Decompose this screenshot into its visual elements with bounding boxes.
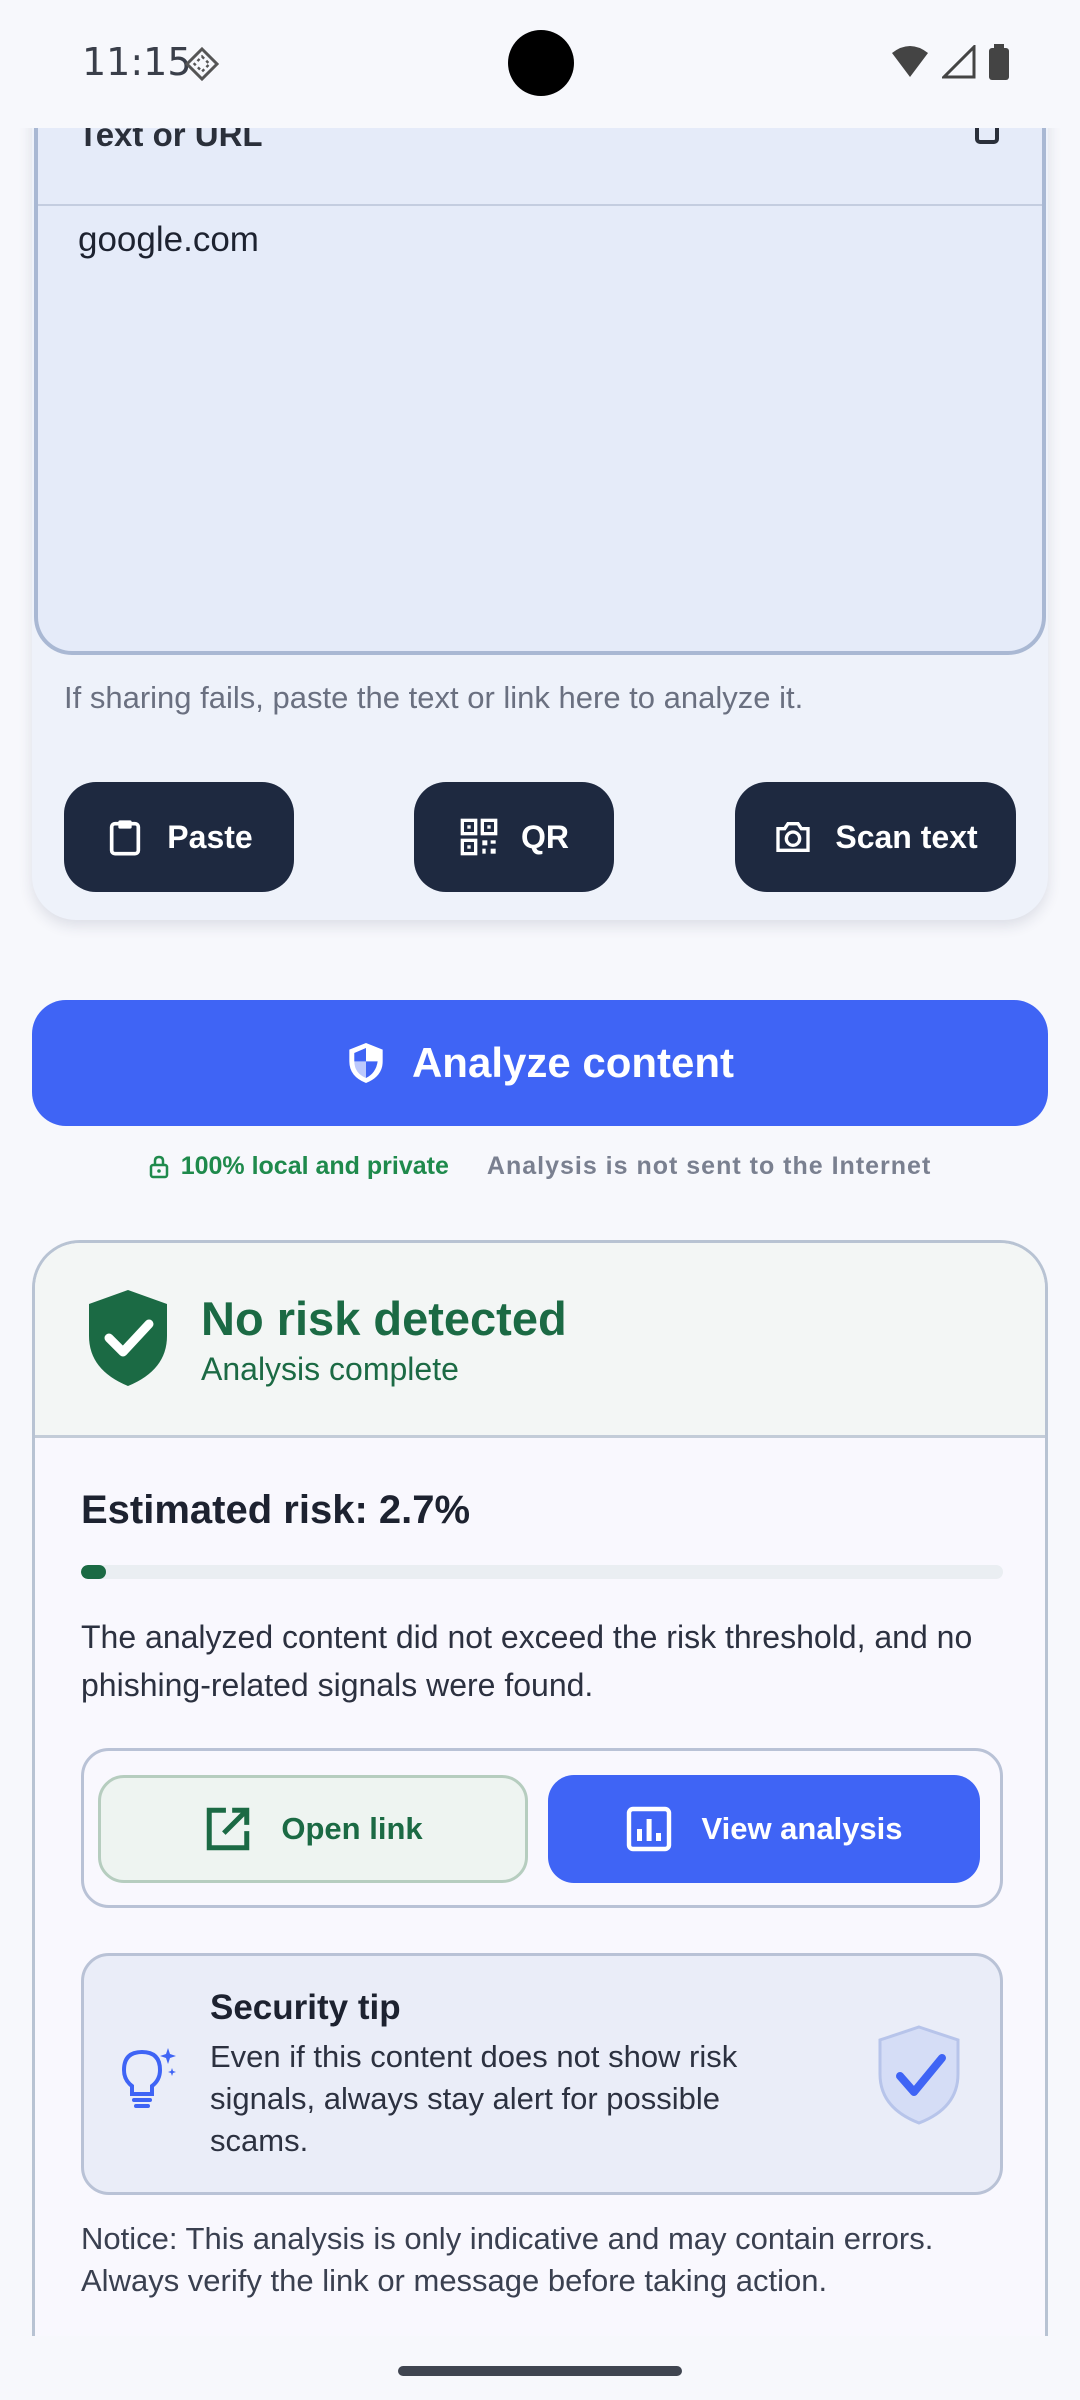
safe-shield-icon [89, 1290, 167, 1386]
privacy-right-text: Analysis is not sent to the Internet [486, 1152, 932, 1180]
status-time: 11:15 [82, 40, 192, 84]
result-header: No risk detected Analysis complete [35, 1243, 1045, 1438]
camera-cutout [508, 30, 574, 96]
field-divider [38, 204, 1042, 206]
result-title: No risk detected [201, 1292, 567, 1345]
result-card: No risk detected Analysis complete Estim… [32, 1240, 1048, 2340]
clipboard-icon [110, 820, 141, 856]
battery-icon [989, 44, 1009, 80]
analyze-content-button[interactable]: Analyze content [32, 1000, 1048, 1126]
shield-icon [349, 1043, 383, 1083]
paste-label: Paste [167, 818, 253, 855]
external-link-icon [207, 1807, 250, 1851]
qr-button[interactable]: QR [414, 782, 614, 892]
privacy-left-text: 100% local and private [180, 1152, 449, 1180]
tip-title: Security tip [210, 1988, 401, 2027]
risk-description: The analyzed content did not exceed the … [81, 1619, 973, 1703]
analyze-label: Analyze content [411, 1039, 735, 1086]
open-link-button[interactable]: Open link [98, 1775, 528, 1883]
helper-text: If sharing fails, paste the text or link… [64, 680, 804, 715]
disclaimer-notice: Notice: This analysis is only indicative… [81, 2221, 934, 2298]
open-link-label: Open link [281, 1811, 423, 1846]
gesture-bar[interactable] [398, 2366, 682, 2376]
result-subtitle: Analysis complete [201, 1351, 459, 1387]
camera-icon [776, 822, 811, 852]
risk-title: Estimated risk: 2.7% [81, 1488, 471, 1532]
input-card: Text or URL google.com If sharing fails,… [32, 80, 1048, 920]
status-bar: 11:15 [0, 0, 1080, 128]
analytics-icon [627, 1806, 672, 1852]
privacy-local: 100% local and private [149, 1152, 449, 1181]
scan-text-button[interactable]: Scan text [735, 782, 1016, 892]
risk-progress-bar [81, 1565, 1003, 1579]
view-analysis-button[interactable]: View analysis [548, 1775, 980, 1883]
signal-icon [942, 45, 976, 79]
status-icons [890, 44, 1010, 80]
paste-button[interactable]: Paste [64, 782, 294, 892]
field-value[interactable]: google.com [78, 220, 259, 260]
check-shield-icon [878, 2025, 960, 2125]
result-actions: Open link View analysis [81, 1748, 1003, 1908]
text-url-field[interactable]: Text or URL google.com [34, 80, 1046, 655]
qr-label: QR [521, 818, 569, 855]
tip-text: Even if this content does not show risk … [210, 2039, 738, 2158]
lock-icon [149, 1155, 168, 1178]
sim-icon [184, 46, 220, 82]
lightbulb-icon [121, 2048, 176, 2108]
security-tip: Security tip Even if this content does n… [81, 1953, 1003, 2195]
scan-text-label: Scan text [835, 818, 978, 855]
risk-progress-fill [81, 1565, 106, 1579]
privacy-note: 100% local and private Analysis is not s… [0, 1152, 1080, 1181]
view-analysis-label: View analysis [701, 1811, 903, 1846]
wifi-icon [892, 46, 928, 77]
qr-code-icon [460, 818, 498, 856]
